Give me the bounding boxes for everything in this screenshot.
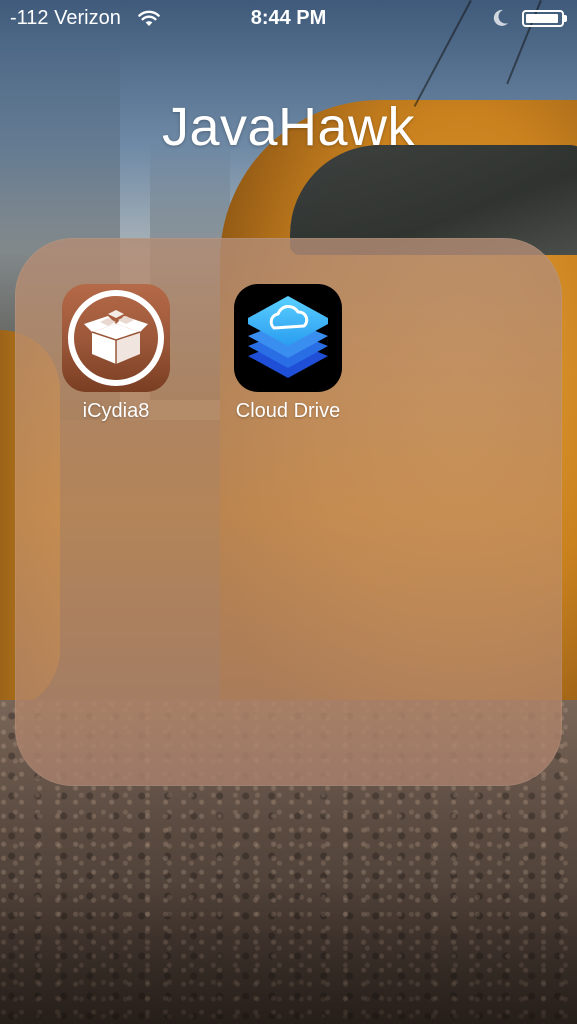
home-screen: -112 Verizon 8:44 PM JavaHawk iCydia8 Cl… [0,0,577,1024]
do-not-disturb-moon-icon [493,9,508,26]
battery-tip [564,15,567,22]
folder-panel: iCydia8 Cloud Drive [15,238,562,786]
app-cloud-drive[interactable]: Cloud Drive [228,284,348,423]
folder-title[interactable]: JavaHawk [0,96,577,158]
app-icydia8[interactable]: iCydia8 [56,284,176,423]
battery-icon [522,10,564,27]
cloud-stack-icon[interactable] [234,284,342,392]
status-bar: -112 Verizon 8:44 PM [0,0,577,38]
app-label: Cloud Drive [235,400,341,422]
cydia-box-icon[interactable] [62,284,170,392]
battery-level [526,14,559,23]
wallpaper-shadow [0,880,577,1024]
clock: 8:44 PM [250,7,327,29]
app-label: iCydia8 [82,400,150,422]
